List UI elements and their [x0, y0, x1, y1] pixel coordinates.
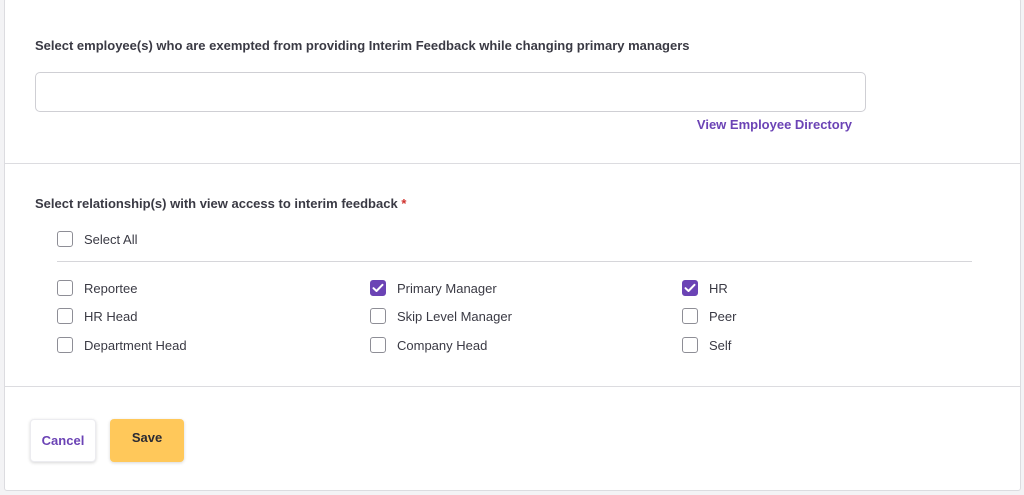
select-all-checkbox-row[interactable]: Select All — [57, 231, 137, 247]
option-reportee[interactable]: Reportee — [57, 280, 137, 296]
option-peer[interactable]: Peer — [682, 308, 736, 324]
company-head-label: Company Head — [397, 337, 488, 353]
relationships-label-text: Select relationship(s) with view access … — [35, 196, 398, 211]
checkmark-icon — [372, 283, 384, 292]
select-all-checkbox[interactable] — [57, 231, 73, 247]
company-head-checkbox[interactable] — [370, 337, 386, 353]
department-head-checkbox[interactable] — [57, 337, 73, 353]
reportee-label: Reportee — [84, 280, 138, 296]
employee-search-input[interactable] — [35, 72, 866, 112]
peer-label: Peer — [709, 308, 737, 324]
self-checkbox[interactable] — [682, 337, 698, 353]
exemption-label: Select employee(s) who are exempted from… — [35, 38, 690, 53]
peer-checkbox[interactable] — [682, 308, 698, 324]
option-company-head[interactable]: Company Head — [370, 337, 487, 353]
option-hr-head[interactable]: HR Head — [57, 308, 137, 324]
view-employee-directory-link[interactable]: View Employee Directory — [697, 117, 852, 132]
hr-head-checkbox[interactable] — [57, 308, 73, 324]
department-head-label: Department Head — [84, 337, 187, 353]
skip-level-manager-label: Skip Level Manager — [397, 308, 512, 324]
option-primary-manager[interactable]: Primary Manager — [370, 280, 497, 296]
relationships-section: Select relationship(s) with view access … — [5, 164, 1020, 387]
relationships-label: Select relationship(s) with view access … — [35, 196, 406, 211]
hr-checkbox[interactable] — [682, 280, 698, 296]
reportee-checkbox[interactable] — [57, 280, 73, 296]
exemption-section: Select employee(s) who are exempted from… — [5, 0, 1020, 164]
option-skip-level-manager[interactable]: Skip Level Manager — [370, 308, 512, 324]
save-button[interactable]: Save — [110, 419, 184, 462]
primary-manager-checkbox[interactable] — [370, 280, 386, 296]
self-label: Self — [709, 337, 732, 353]
settings-card: Select employee(s) who are exempted from… — [4, 0, 1021, 491]
required-marker: * — [401, 196, 407, 211]
option-department-head[interactable]: Department Head — [57, 337, 187, 353]
primary-manager-label: Primary Manager — [397, 280, 497, 296]
option-hr[interactable]: HR — [682, 280, 728, 296]
option-self[interactable]: Self — [682, 337, 731, 353]
hr-label: HR — [709, 280, 728, 296]
divider — [57, 261, 972, 262]
skip-level-manager-checkbox[interactable] — [370, 308, 386, 324]
select-all-label: Select All — [84, 231, 138, 247]
checkmark-icon — [684, 283, 696, 292]
cancel-button[interactable]: Cancel — [30, 419, 96, 462]
hr-head-label: HR Head — [84, 308, 138, 324]
